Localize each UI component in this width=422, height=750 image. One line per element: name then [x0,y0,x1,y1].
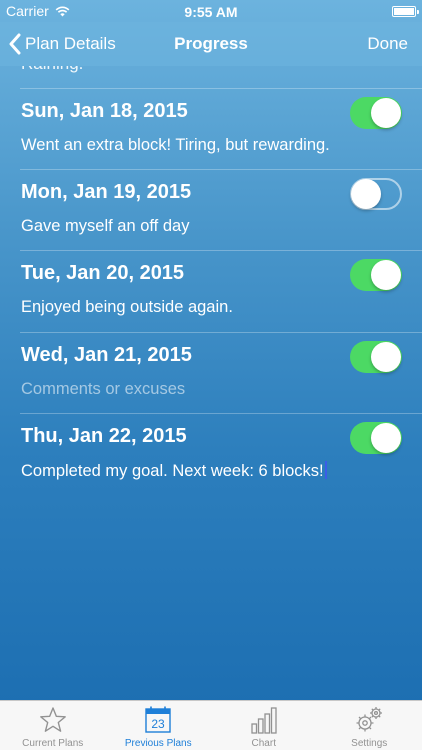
toggle-knob [371,260,401,290]
star-icon [38,705,68,735]
progress-entry: Thu, Jan 22, 2015 Completed my goal. Nex… [0,413,422,494]
status-bar: Carrier 9:55 AM [0,0,422,22]
entry-date: Mon, Jan 19, 2015 [21,181,192,203]
back-button-label: Plan Details [25,34,116,53]
comment-field[interactable]: Enjoyed being outside again. [21,298,233,317]
entry-date: Thu, Jan 22, 2015 [21,425,187,447]
toggle-knob [351,179,381,209]
row-divider [20,332,422,333]
row-divider [20,88,422,89]
completed-toggle[interactable] [350,97,402,129]
progress-entry: Mon, Jan 19, 2015 Gave myself an off day [0,169,422,250]
clipped-comment: Raining. [21,66,83,74]
tab-chart[interactable]: Chart [211,701,317,750]
completed-toggle[interactable] [350,422,402,454]
entry-date: Tue, Jan 20, 2015 [21,262,185,284]
entry-date: Wed, Jan 21, 2015 [21,344,192,366]
tab-label: Settings [351,738,388,749]
battery-icon [392,5,419,17]
comment-field[interactable]: Comments or excuses [21,380,185,399]
tab-bar: Current Plans 23 Previous Plans Chart Se… [0,700,422,750]
text-cursor [324,461,327,479]
comment-field[interactable]: Went an extra block! Tiring, but rewardi… [21,136,330,155]
entry-date: Sun, Jan 18, 2015 [21,100,188,122]
tab-label: Previous Plans [124,738,192,749]
calendar-day: 23 [152,717,166,731]
calendar-icon: 23 [143,705,173,735]
chevron-left-icon [9,33,21,55]
navigation-bar: Plan Details Progress Done [0,22,422,66]
row-divider [20,169,422,170]
row-divider [20,413,422,414]
progress-list[interactable]: Raining. Sun, Jan 18, 2015 Went an extra… [0,66,422,700]
tab-settings[interactable]: Settings [317,701,422,750]
toggle-knob [371,342,401,372]
progress-entry: Tue, Jan 20, 2015 Enjoyed being outside … [0,250,422,331]
comment-field[interactable]: Gave myself an off day [21,217,189,236]
toggle-knob [371,98,401,128]
completed-toggle[interactable] [350,259,402,291]
tab-label: Chart [251,738,276,749]
progress-entry: Wed, Jan 21, 2015 Comments or excuses [0,332,422,413]
toggle-knob [371,423,401,453]
bar-chart-icon [249,705,279,735]
comment-field-editing[interactable]: Completed my goal. Next week: 6 blocks! [21,461,327,481]
comment-text: Completed my goal. Next week: 6 blocks! [21,462,324,480]
back-button[interactable]: Plan Details [8,33,116,55]
tab-current-plans[interactable]: Current Plans [0,701,106,750]
row-divider [20,250,422,251]
status-time: 9:55 AM [184,4,238,20]
done-button[interactable]: Done [367,34,408,54]
completed-toggle[interactable] [350,341,402,373]
tab-label: Current Plans [22,738,84,749]
tab-previous-plans[interactable]: 23 Previous Plans [106,701,212,750]
completed-toggle[interactable] [350,178,402,210]
gears-icon [354,705,384,735]
progress-entry: Sun, Jan 18, 2015 Went an extra block! T… [0,88,422,169]
